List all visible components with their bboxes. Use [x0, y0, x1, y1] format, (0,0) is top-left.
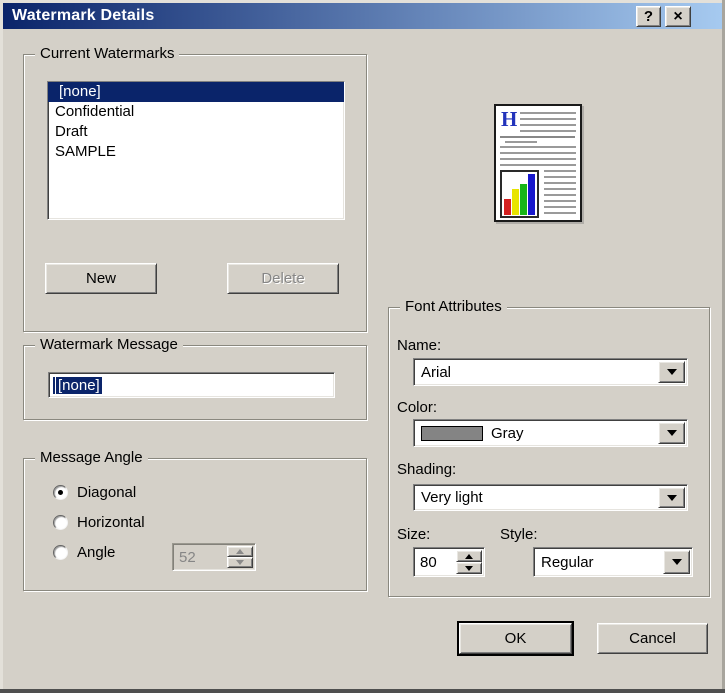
question-mark-icon: ?	[643, 8, 654, 25]
chart-bar-green	[520, 184, 527, 215]
radio-selected-icon	[53, 485, 68, 500]
list-item-sample[interactable]: SAMPLE	[48, 142, 344, 162]
font-name-select[interactable]: Arial	[413, 358, 688, 386]
color-label: Color:	[397, 399, 438, 416]
close-icon: ×	[673, 7, 683, 25]
chevron-down-icon	[671, 559, 682, 565]
chevron-down-icon	[666, 494, 677, 501]
preview-text-lines	[520, 112, 576, 133]
radio-diagonal-label: Diagonal	[77, 484, 137, 501]
radio-diagonal[interactable]: Diagonal	[53, 484, 136, 501]
cancel-button[interactable]: Cancel	[597, 623, 708, 654]
preview-chart	[500, 170, 539, 218]
shading-label: Shading:	[397, 461, 457, 478]
font-color-dropdown-button[interactable]	[658, 422, 685, 444]
style-dropdown-button[interactable]	[663, 550, 690, 574]
group-label-watermark-message: Watermark Message	[35, 336, 183, 353]
style-value: Regular	[541, 553, 594, 571]
preview-short-line	[505, 141, 537, 143]
radio-angle[interactable]: Angle	[53, 544, 115, 561]
shading-select[interactable]: Very light	[413, 484, 688, 511]
chart-bar-yellow	[512, 189, 519, 215]
watermark-list[interactable]: [none] Confidential Draft SAMPLE	[47, 81, 345, 220]
shading-value: Very light	[421, 489, 483, 506]
dialog-border	[0, 0, 3, 693]
document-preview-icon: H	[494, 104, 582, 222]
radio-angle-label: Angle	[77, 544, 116, 561]
shading-dropdown-button[interactable]	[658, 487, 685, 508]
preview-text-lines	[544, 170, 576, 218]
selected-text: [none]	[56, 376, 102, 394]
angle-spinner-up-button	[227, 546, 253, 557]
radio-horizontal[interactable]: Horizontal	[53, 514, 145, 531]
font-name-dropdown-button[interactable]	[658, 361, 685, 383]
angle-spinner: 52	[172, 543, 256, 571]
angle-spinner-value: 52	[179, 548, 196, 566]
size-spinner-up-button[interactable]	[456, 550, 482, 562]
style-select[interactable]: Regular	[533, 547, 693, 577]
up-arrow-icon	[465, 553, 473, 559]
list-item-confidential[interactable]: Confidential	[48, 102, 344, 122]
dialog-border	[0, 689, 725, 693]
size-spinner-value: 80	[420, 553, 437, 571]
radio-horizontal-label: Horizontal	[77, 514, 145, 531]
preview-rule	[500, 136, 575, 138]
delete-button: Delete	[227, 263, 339, 294]
chart-bar-red	[504, 199, 511, 215]
title-bar: Watermark Details	[3, 3, 722, 29]
group-label-message-angle: Message Angle	[35, 449, 148, 466]
watermark-details-dialog: { "colors": { "dialog_bg": "#d4d0c8", "t…	[0, 0, 725, 693]
new-button[interactable]: New	[45, 263, 157, 294]
size-label: Size:	[397, 526, 431, 543]
size-spinner-down-button[interactable]	[456, 562, 482, 574]
list-item-draft[interactable]: Draft	[48, 122, 344, 142]
group-label-font-attributes: Font Attributes	[400, 298, 507, 315]
font-color-select[interactable]: Gray	[413, 419, 688, 447]
close-button[interactable]: ×	[665, 6, 691, 27]
chart-bar-blue	[528, 174, 535, 215]
window-title: Watermark Details	[12, 7, 155, 24]
text-caret	[53, 376, 55, 394]
list-item-none[interactable]: [none]	[48, 82, 344, 102]
preview-header-letter: H	[501, 107, 518, 131]
group-label-current-watermarks: Current Watermarks	[35, 45, 180, 62]
down-arrow-icon	[465, 565, 473, 571]
chevron-down-icon	[666, 430, 677, 436]
angle-spinner-down-button	[227, 557, 253, 568]
style-label: Style:	[500, 526, 538, 543]
color-swatch	[421, 425, 483, 441]
down-arrow-icon	[236, 560, 244, 565]
font-name-value: Arial	[421, 363, 452, 381]
radio-unselected-icon	[53, 545, 68, 560]
size-spinner[interactable]: 80	[413, 547, 485, 577]
help-button[interactable]: ?	[636, 6, 661, 27]
watermark-message-input[interactable]: [none]	[48, 372, 335, 398]
ok-button[interactable]: OK	[457, 621, 574, 656]
preview-text-lines	[500, 146, 576, 168]
radio-unselected-icon	[53, 515, 68, 530]
chevron-down-icon	[666, 369, 677, 375]
font-color-value: Gray	[491, 424, 524, 442]
name-label: Name:	[397, 337, 442, 354]
up-arrow-icon	[236, 549, 244, 554]
